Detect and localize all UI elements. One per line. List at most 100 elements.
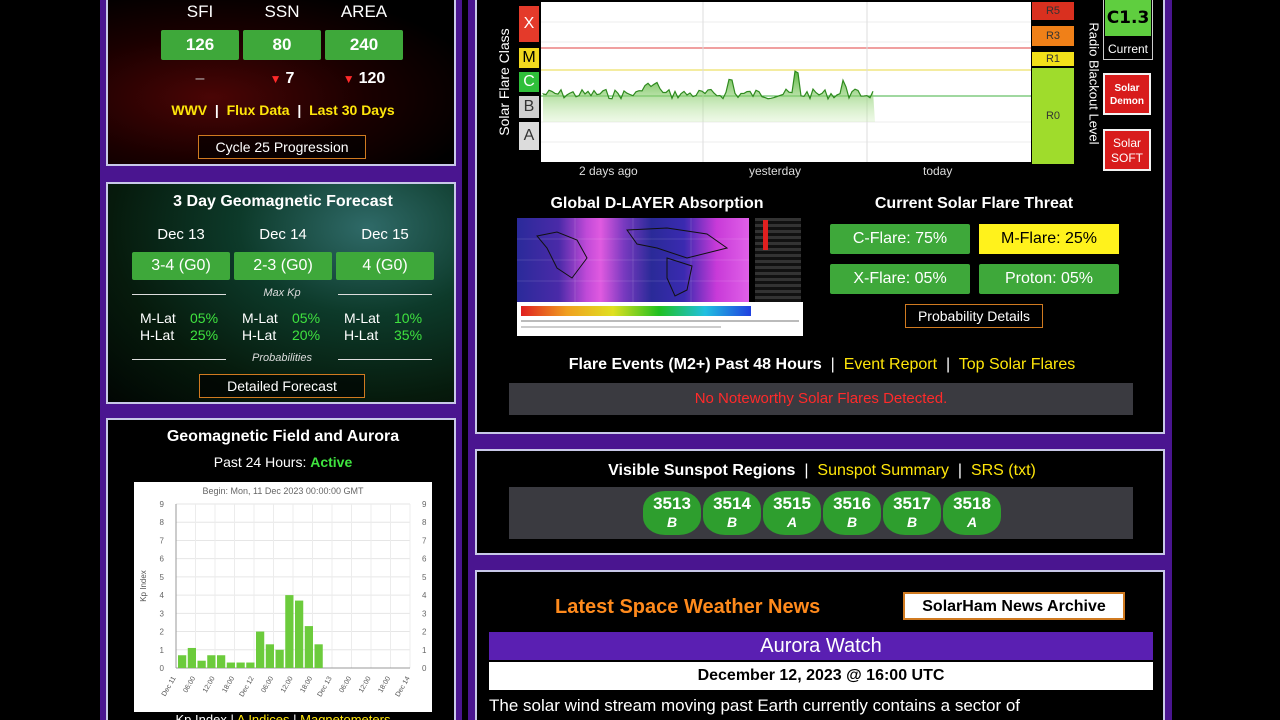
flare-chart-area[interactable] [541, 2, 1031, 162]
geomag-forecast-panel: 3 Day Geomagnetic Forecast Dec 13 3-4 (G0… [106, 182, 456, 404]
sunspot-region-badge[interactable]: 3518 A [943, 491, 1001, 535]
radio-level-r5: R5 [1032, 2, 1074, 20]
forecast-mlat-label: M-Lat [140, 310, 176, 326]
geomag-field-title: Geomagnetic Field and Aurora [166, 428, 400, 445]
news-archive-button[interactable]: SolarHam News Archive [903, 592, 1125, 620]
forecast-date: Dec 13 [157, 226, 205, 243]
kp-x-tick: 12:00 [358, 675, 373, 694]
flare-events-message: No Noteworthy Solar Flares Detected. [509, 383, 1133, 415]
kp-y-tick-right: 7 [422, 536, 427, 545]
flare-x-label: 2 days ago [579, 164, 638, 178]
kp-y-tick-right: 5 [422, 573, 427, 582]
forecast-mlat-label: M-Lat [344, 310, 380, 326]
sunspot-region-number: 3518 [953, 494, 991, 513]
kp-x-tick: 18:00 [377, 675, 392, 694]
kp-y-label: Kp Index [139, 570, 148, 602]
kp-index-link[interactable]: Kp Index [176, 712, 227, 720]
kp-x-tick: 06:00 [182, 675, 197, 694]
xray-flux-area [543, 71, 875, 122]
kp-y-tick: 0 [160, 664, 165, 673]
past-24-hours-row: Past 24 Hours: Active [108, 454, 454, 470]
link-separator: | [953, 462, 971, 479]
index-header-ssn: SSN [264, 2, 300, 21]
kp-y-tick: 5 [160, 573, 165, 582]
sunspot-region-badge[interactable]: 3516 B [823, 491, 881, 535]
a-indices-link[interactable]: A Indices [237, 712, 290, 720]
last-30-days-link[interactable]: Last 30 Days [309, 102, 395, 118]
news-title: Latest Space Weather News [555, 596, 821, 618]
top-solar-flares-link[interactable]: Top Solar Flares [959, 356, 1076, 373]
button-label-line: SOFT [1111, 151, 1143, 165]
cycle-progression-button[interactable]: Cycle 25 Progression [198, 135, 366, 159]
magnetometers-link[interactable]: Magnetometers [300, 712, 390, 720]
forecast-date: Dec 14 [259, 226, 307, 243]
probability-details-button[interactable]: Probability Details [905, 304, 1043, 328]
divider-line [132, 294, 226, 295]
forecast-hlat-value: 25% [190, 327, 219, 343]
sunspot-region-class: B [666, 514, 678, 530]
sunspot-region-badge[interactable]: 3513 B [643, 491, 701, 535]
kp-x-tick: 06:00 [260, 675, 275, 694]
flux-data-link[interactable]: Flux Data [227, 102, 290, 118]
wwv-link[interactable]: WWV [171, 102, 207, 118]
sunspot-region-class: B [846, 514, 858, 530]
kp-chart-container[interactable]: Begin: Mon, 11 Dec 2023 00:00:00 GMT 998… [134, 482, 432, 712]
sunspot-region-number: 3516 [833, 494, 871, 513]
sunspot-region-class: B [906, 514, 918, 530]
forecast-hlat-label: H-Lat [140, 327, 175, 343]
link-separator: | [941, 356, 959, 373]
sunspot-regions-bar: 3513 B 3514 B 3515 A 3516 B 3517 B 3518 A [509, 487, 1133, 539]
forecast-date: Dec 15 [361, 226, 409, 243]
radio-level-r0: R0 [1032, 68, 1074, 164]
forecast-kp: 4 (G0) [336, 252, 434, 280]
flare-class-axis-label: Solar Flare Class [496, 28, 512, 136]
button-label-line: Solar [1112, 136, 1141, 150]
solar-soft-button[interactable]: Solar SOFT [1103, 129, 1151, 171]
solar-demon-button[interactable]: Solar Demon [1103, 73, 1151, 115]
radio-level-r3: R3 [1032, 26, 1074, 46]
kp-y-tick: 6 [160, 555, 165, 564]
dlayer-map[interactable] [517, 218, 803, 336]
solar-flare-panel: Solar Flare Class XMCBA 2 days ago yester… [475, 0, 1165, 434]
index-value-sfi: 126 [161, 30, 239, 60]
flare-class-x: X [519, 6, 539, 42]
news-date: December 12, 2023 @ 16:00 UTC [489, 662, 1153, 690]
divider-line [338, 294, 432, 295]
button-label-line: Demon [1110, 96, 1144, 107]
forecast-title: 3 Day Geomagnetic Forecast [173, 193, 393, 210]
kp-y-tick-right: 9 [422, 500, 427, 509]
geomag-bottom-links: Kp Index | A Indices | Magnetometers [108, 712, 454, 720]
forecast-mlat-value: 05% [190, 310, 219, 326]
flare-x-label: today [923, 164, 953, 178]
event-report-link[interactable]: Event Report [844, 356, 937, 373]
sunspot-region-class: B [726, 514, 738, 530]
sunspot-region-number: 3515 [773, 494, 811, 513]
proton-prob: Proton: 05% [979, 264, 1119, 294]
sunspot-region-badge[interactable]: 3515 A [763, 491, 821, 535]
kp-bar [187, 647, 196, 668]
sunspot-region-badge[interactable]: 3517 B [883, 491, 941, 535]
detailed-forecast-button[interactable]: Detailed Forecast [199, 374, 365, 398]
kp-bar [295, 600, 304, 668]
current-label: Current [1107, 42, 1148, 56]
flare-class-m: M [519, 48, 539, 68]
divider-line [132, 359, 226, 360]
change-value: 120 [358, 70, 386, 87]
flare-x-label: yesterday [749, 164, 802, 178]
news-headline[interactable]: Aurora Watch [489, 632, 1153, 660]
change-value: – [195, 70, 205, 87]
kp-bar [226, 662, 235, 668]
srs-txt-link[interactable]: SRS (txt) [971, 462, 1036, 479]
sunspot-summary-link[interactable]: Sunspot Summary [817, 462, 949, 479]
kp-y-tick-right: 0 [422, 664, 427, 673]
index-change-ssn: ▼ 7 [243, 70, 321, 88]
sunspot-region-badge[interactable]: 3514 B [703, 491, 761, 535]
kp-bar [265, 644, 274, 668]
kp-y-tick: 1 [160, 646, 165, 655]
m-flare-prob: M-Flare: 25% [979, 224, 1119, 254]
forecast-hlat-label: H-Lat [242, 327, 277, 343]
kp-bar [197, 660, 206, 668]
flare-class-c: C [519, 72, 539, 92]
kp-x-tick: 12:00 [202, 675, 217, 694]
news-panel: Latest Space Weather News SolarHam News … [475, 570, 1165, 720]
